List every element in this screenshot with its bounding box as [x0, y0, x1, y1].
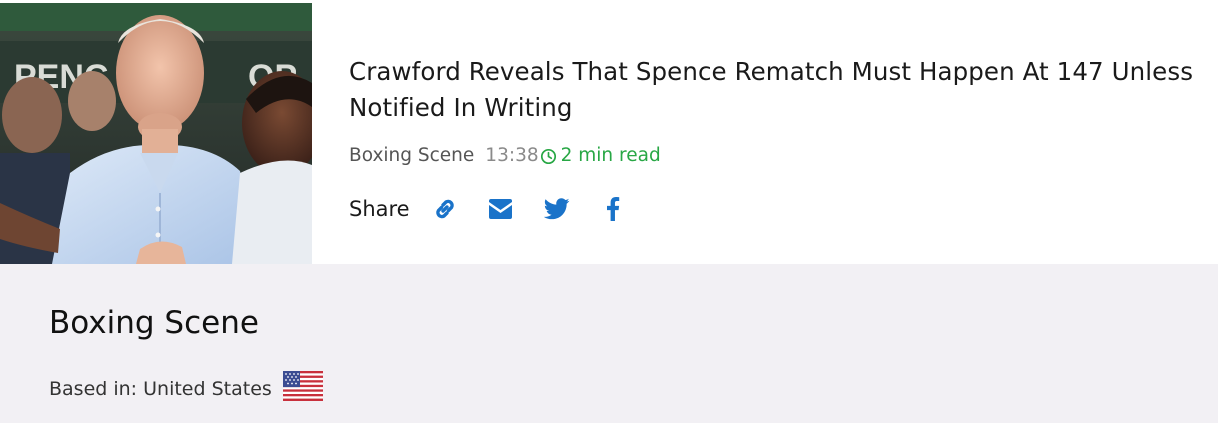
article-time: 13:38	[485, 145, 539, 166]
source-panel-title: Boxing Scene	[49, 305, 259, 341]
article-source[interactable]: Boxing Scene	[349, 143, 474, 169]
envelope-icon	[489, 199, 513, 219]
share-link-button[interactable]	[431, 195, 459, 223]
twitter-icon	[543, 198, 570, 220]
share-label: Share	[349, 197, 410, 221]
article-thumbnail[interactable]: PENC OP	[0, 3, 312, 264]
read-time: 2 min read	[539, 143, 661, 169]
us-flag-icon	[282, 371, 323, 406]
share-twitter-button[interactable]	[543, 195, 571, 223]
article-title[interactable]: Crawford Reveals That Spence Rematch Mus…	[349, 54, 1217, 126]
source-location: Based in: United States	[49, 371, 323, 406]
share-facebook-button[interactable]	[599, 195, 627, 223]
page: PENC OP	[0, 0, 1218, 423]
article-card[interactable]: PENC OP	[0, 0, 1218, 264]
facebook-icon	[606, 197, 619, 221]
clock-icon	[540, 148, 556, 164]
share-row: Share	[349, 194, 655, 224]
read-time-label: 2 min read	[560, 145, 661, 166]
link-icon	[435, 199, 454, 219]
share-email-button[interactable]	[487, 195, 515, 223]
based-in-label: Based in: United States	[49, 377, 272, 400]
article-meta: Boxing Scene 13:38 2 min read	[349, 143, 661, 169]
